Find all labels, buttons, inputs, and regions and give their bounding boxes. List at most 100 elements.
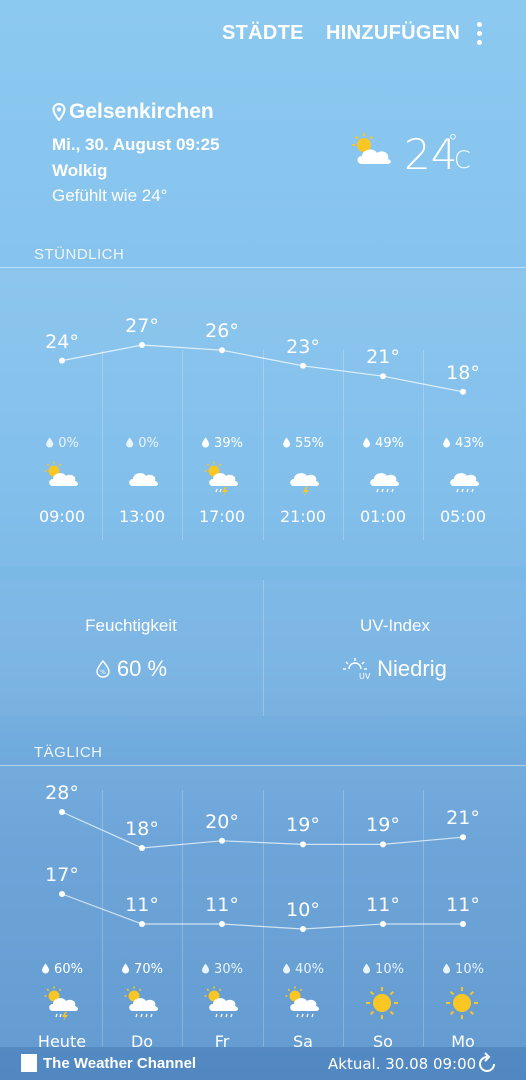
drop-icon [42,963,50,974]
hourly-temp: 18° [446,361,480,384]
humidity-drop-icon: % [96,660,110,678]
drop-icon [443,437,451,448]
current-condition: Wolkig [52,161,108,180]
hourly-precip: 0% [45,436,79,451]
daily-high-temp: 19° [286,814,320,837]
partly-cloudy-icon [352,133,391,164]
daily-column-divider [181,790,183,1047]
location-name: Gelsenkirchen [69,100,214,123]
drop-icon [363,437,371,448]
weather-channel-logo [21,1054,37,1072]
drop-icon [126,437,134,448]
daily-precip-value: 60% [54,962,83,977]
more-vert-icon[interactable] [470,22,488,48]
hourly-time: 09:00 [38,507,86,526]
hourly-precip-value: 39% [214,436,243,451]
rain-sun-icon [285,986,319,1018]
footer: The Weather Channel Aktual. 30.08 09:00 [0,1047,526,1080]
uv-sun-icon: UV [343,658,371,681]
hourly-column-divider [422,350,424,540]
daily-low-temp: 11° [125,894,159,916]
daily-precip-value: 10% [455,962,484,977]
hourly-precip: 43% [442,436,484,451]
thunder-rain-sun-icon [204,461,238,496]
rain-sun-icon [204,986,238,1018]
daily-column-divider [101,790,103,1047]
cities-button[interactable]: STÄDTE [222,22,304,45]
drop-icon [202,437,210,448]
hourly-precip-value: 43% [455,436,484,451]
hourly-column-divider [262,350,264,540]
drop-icon [283,963,291,974]
hourly-precip: 39% [201,436,243,451]
hourly-column-divider [342,350,344,540]
daily-precip-value: 70% [134,962,163,977]
humidity-value-row: % 60 % [0,656,262,682]
temp-unit: C [454,146,471,174]
hourly-temp: 24° [45,330,79,353]
rain-sun-icon [124,986,158,1018]
svg-text:%: % [100,669,106,676]
daily-column-divider [262,790,264,1047]
hourly-time: 13:00 [118,507,166,526]
current-datetime: Mi., 30. August 09:25 [52,135,220,154]
daily-precip: 70% [121,962,163,977]
daily-high-temp: 18° [125,818,159,840]
hourly-column-divider [181,350,183,540]
daily-label: TÄGLICH [34,744,103,761]
hourly-label: STÜNDLICH [34,246,125,263]
daily-low-temp: 11° [366,894,400,916]
hourly-precip-value: 0% [58,436,79,451]
sun-icon [446,987,478,1019]
daily-column-divider [422,790,424,1047]
uv-value-row: UV Niedrig [264,656,526,682]
drop-icon [202,963,210,974]
hourly-precip: 55% [282,436,324,451]
hourly-precip-value: 49% [375,436,404,451]
daily-precip-value: 40% [295,962,324,977]
refresh-icon[interactable] [475,1052,499,1076]
humidity-value: 60 % [116,656,168,681]
hourly-time: 01:00 [359,507,407,526]
daily-precip-value: 10% [375,962,404,977]
daily-column-divider [342,790,344,1047]
hourly-temp: 26° [205,320,239,343]
uv-title: UV-Index [360,616,430,635]
daily-precip: 10% [442,962,484,977]
hourly-time: 05:00 [439,507,487,526]
daily-high-temp: 21° [446,807,480,830]
top-bar: STÄDTE HINZUFÜGEN [0,0,526,72]
hourly-precip: 0% [125,436,159,451]
drop-icon [443,963,451,974]
daily-precip: 40% [282,962,324,977]
daily-high-temp: 19° [366,814,400,837]
last-updated: Aktual. 30.08 09:00 [328,1055,477,1073]
current-temperature: 24 ° C [404,130,471,179]
location-pin-icon [52,103,66,121]
drop-icon [122,963,130,974]
daily-low-temp: 11° [446,894,480,916]
hourly-temp: 21° [366,346,400,369]
daily-precip: 60% [41,962,83,977]
current-weather: Gelsenkirchen Mi., 30. August 09:25 Wolk… [52,100,472,215]
daily-precip: 10% [362,962,404,977]
hourly-precip: 49% [362,436,404,451]
partly-cloudy-icon [44,461,78,486]
humidity-title: Feuchtigkeit [85,616,177,635]
feels-like: Gefühlt wie 24° [52,186,168,205]
drop-icon [46,437,54,448]
add-button[interactable]: HINZUFÜGEN [326,22,460,45]
uv-value: Niedrig [377,656,447,681]
provider-name[interactable]: The Weather Channel [43,1055,196,1072]
hourly-temp: 23° [286,335,320,358]
hourly-precip-value: 0% [138,436,159,451]
sun-icon [366,987,398,1019]
thunder-cloud-icon [290,473,319,496]
hourly-column-divider [101,350,103,540]
drop-icon [363,963,371,974]
location[interactable]: Gelsenkirchen [52,100,214,124]
hourly-time: 17:00 [198,507,246,526]
hourly-temp: 27° [125,315,159,337]
svg-text:UV: UV [359,672,371,681]
uv-block: UV-Index UV Niedrig [264,580,526,716]
